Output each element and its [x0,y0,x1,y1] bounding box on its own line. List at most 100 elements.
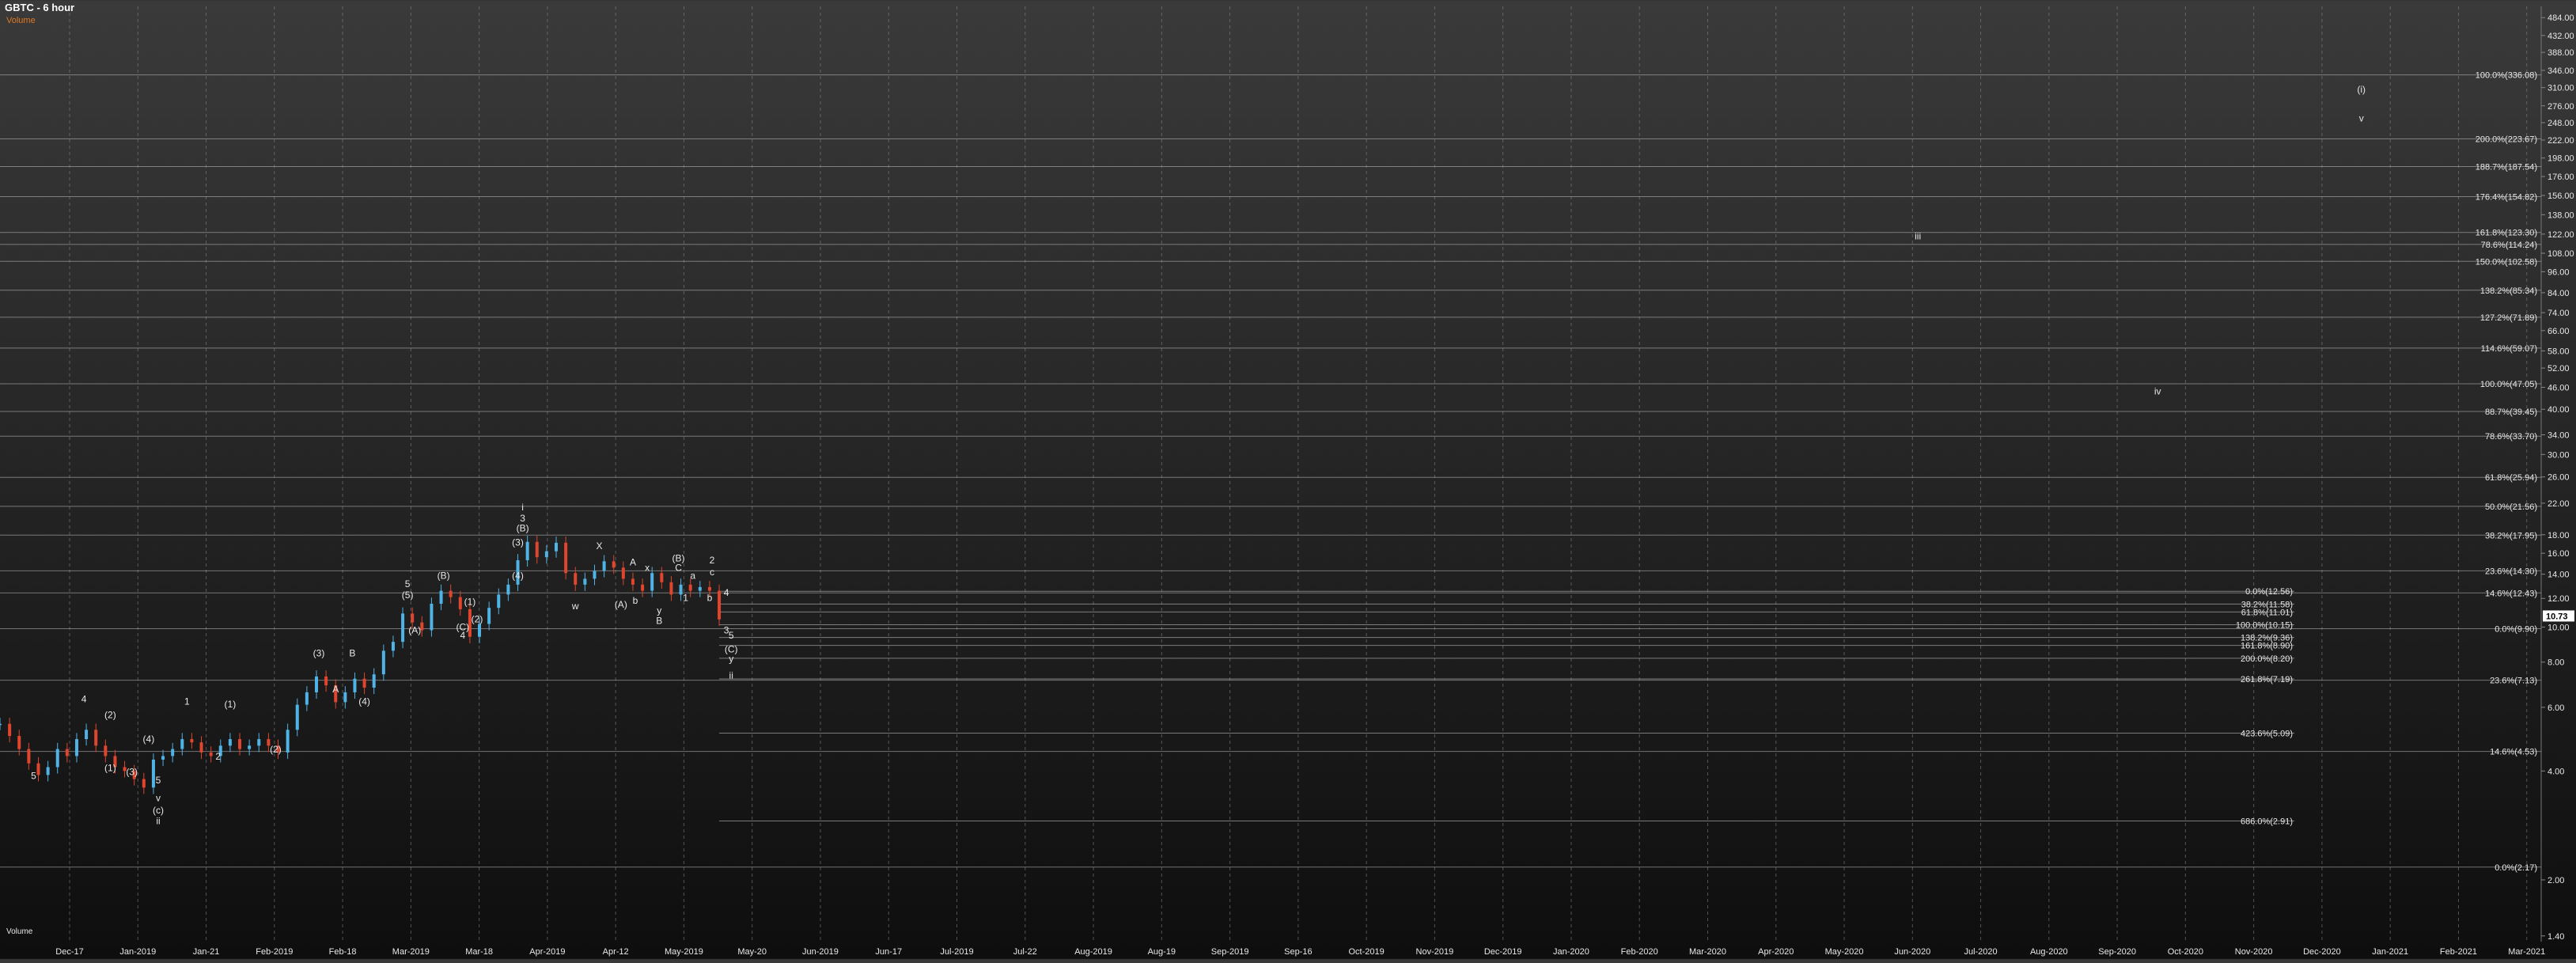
candle-body [381,650,385,675]
wave-label: c [710,567,714,578]
y-tick-label: 58.00 [2548,347,2570,356]
candle-body [248,745,252,749]
x-tick-label: Jan-21 [193,947,220,957]
x-tick-label: Jul-2020 [1964,947,1997,957]
wave-label: 4 [81,693,87,704]
wave-label: (3) [313,647,325,658]
x-tick-label: Apr-2020 [1758,947,1794,957]
inner-fib-label: 423.6%(5.09) [2241,730,2293,739]
fib-level-label: 114.6%(59.07) [2481,344,2537,354]
candle-body [621,567,625,579]
wave-label: 1 [184,696,190,707]
x-tick-label: Dec-2019 [1484,947,1522,957]
x-tick-label: Oct-2020 [2168,947,2203,957]
fib-level-label: 0.0%(9.90) [2495,624,2537,634]
candle-body [295,704,299,730]
fib-level-label: 150.0%(102.58) [2476,257,2537,267]
fib-level-label: 176.4%(154.82) [2476,193,2537,203]
y-tick-label: 388.00 [2548,48,2574,58]
y-tick-label: 74.00 [2548,309,2570,318]
candle-body [180,739,184,749]
y-tick-label: 346.00 [2548,66,2574,76]
wave-label: A [332,684,339,695]
fib-level-label: 161.8%(123.30) [2476,229,2537,238]
wave-label: x [645,562,650,573]
y-tick-label: 30.00 [2548,450,2570,460]
wave-label: (2) [270,744,282,755]
x-tick-label: Jun-17 [875,947,902,957]
x-tick-label: Jan-2019 [119,947,156,957]
inner-fib-label: 61.8%(11.01) [2241,608,2293,617]
y-tick-label: 248.00 [2548,119,2574,128]
y-tick-label: 66.00 [2548,327,2570,336]
x-tick-label: Dec-2020 [2303,947,2341,957]
fib-level-label: 100.0%(336.08) [2476,71,2537,81]
wave-label: (1) [464,597,476,608]
fib-level-label: 138.2%(85.34) [2480,286,2537,296]
wave-label: (1) [225,699,237,710]
candle-body [688,584,692,591]
wave-label: (i) [2357,84,2366,95]
x-tick-label: Aug-19 [1148,947,1176,957]
y-tick-label: 1.40 [2548,932,2564,942]
y-tick-label: 96.00 [2548,267,2570,277]
y-tick-label: 16.00 [2548,549,2570,559]
candle-body [238,739,242,749]
y-tick-label: 484.00 [2548,13,2574,23]
x-tick-label: Jun-2020 [1894,947,1930,957]
candle-body [257,739,261,746]
fib-level-label: 78.6%(33.70) [2485,432,2537,442]
candle-body [555,542,559,552]
candle-body [305,692,309,705]
y-tick-label: 12.00 [2548,594,2570,604]
candle-body [286,730,290,753]
wave-label: 4 [460,630,465,641]
x-tick-label: Jul-22 [1013,947,1037,957]
candle-body [46,767,50,775]
wave-label: y [657,605,661,616]
y-tick-label: 108.00 [2548,249,2574,259]
fib-level-label: 100.0%(47.05) [2480,380,2537,389]
candle-body [544,551,548,558]
x-tick-label: Sep-2020 [2098,947,2136,957]
y-tick-label: 138.00 [2548,210,2574,220]
wave-label: (4) [512,570,524,581]
wave-label: C [675,562,682,573]
wave-label: 4 [724,587,729,598]
y-tick-label: 26.00 [2548,473,2570,483]
candle-body [199,742,203,753]
candle-body [411,613,415,623]
last-price-label: 10.73 [2546,612,2568,621]
candle-body [94,730,98,746]
candle-body [0,723,2,726]
candle-body [65,749,69,756]
candle-body [506,584,510,595]
y-tick-label: 156.00 [2548,191,2574,201]
x-tick-label: Jun-2019 [802,947,839,957]
candle-body [535,541,539,558]
x-tick-label: Oct-2019 [1349,947,1385,957]
wave-label: ii [729,670,733,681]
candle-body [525,541,529,561]
wave-label: b [633,595,638,606]
wave-label: a [690,570,695,581]
wave-label: v [156,793,161,804]
candle-body [487,608,491,624]
x-tick-label: Apr-12 [603,947,629,957]
candle-body [430,603,434,631]
x-tick-label: Feb-18 [329,947,357,957]
candle-body [74,739,78,756]
wave-label: X [597,540,603,552]
wave-label: (2) [472,614,483,625]
y-tick-label: 22.00 [2548,499,2570,509]
candle-body [660,573,664,582]
plot-area[interactable]: Dec-17 Jan-2019 Jan-21 Feb-2019 Feb-18 Mar-20… [0,0,2576,959]
chart[interactable]: GBTC - 6 hour Volume Dec-17 Jan-2019 Jan-2… [0,0,2576,959]
wave-label: ii [156,816,160,827]
wave-label: (B) [438,570,450,581]
fib-level-label: 14.6%(4.53) [2490,748,2537,757]
candle-body [707,586,711,591]
candle-body [391,642,395,651]
candle-body [151,759,155,788]
wave-label: A [630,557,636,568]
